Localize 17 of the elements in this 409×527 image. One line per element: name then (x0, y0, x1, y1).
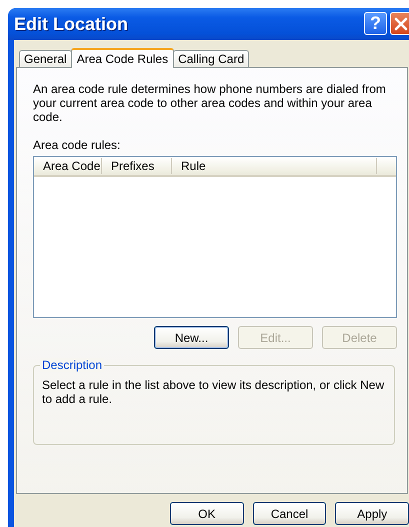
column-header[interactable]: Rule (172, 158, 377, 174)
dialog-button[interactable]: Cancel (252, 502, 326, 525)
window-title: Edit Location (14, 14, 128, 34)
tab[interactable]: General (19, 50, 72, 67)
description-text: Select a rule in the list above to view its description, or click New to add a rule. (42, 378, 386, 406)
close-button[interactable] (390, 12, 409, 35)
tab[interactable]: Area Code Rules (70, 48, 174, 68)
group-title: Description (40, 358, 104, 372)
action-button[interactable]: New... (154, 326, 229, 349)
column-header[interactable]: Prefixes (102, 158, 172, 174)
dialog-button[interactable]: OK (170, 502, 244, 525)
column-header[interactable]: Area Code (34, 158, 102, 174)
intro-text: An area code rule determines how phone numbers are dialed from your current area code to other area codes and within your area code. (33, 82, 387, 124)
rules-list[interactable]: Area Code Prefixes Rule (33, 156, 397, 318)
dialog-button[interactable]: Apply (335, 502, 409, 525)
list-label: Area code rules: (33, 138, 122, 152)
tab[interactable]: Calling Card (173, 50, 250, 67)
